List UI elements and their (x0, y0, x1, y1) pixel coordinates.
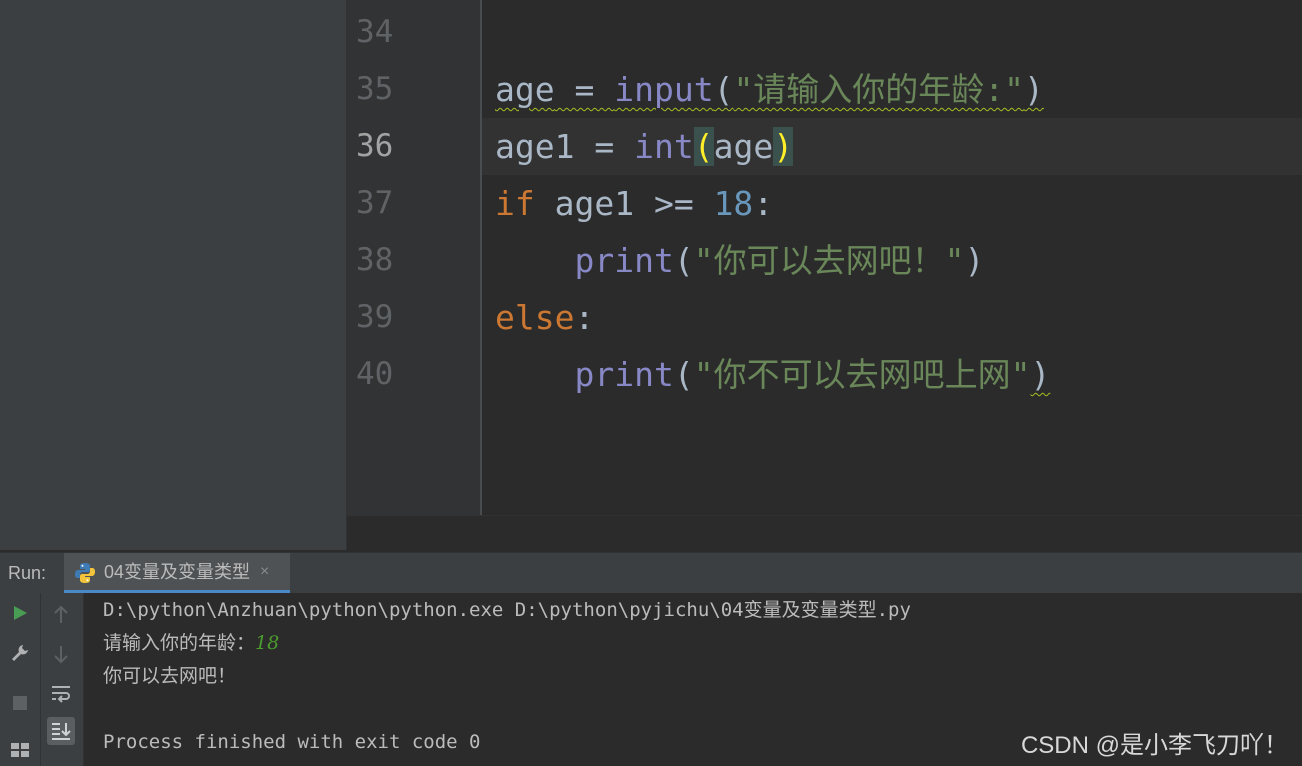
run-toolbar-primary (0, 593, 41, 766)
console-input-value: 18 (255, 632, 280, 654)
console-command: D:\python\Anzhuan\python\python.exe D:\p… (103, 599, 911, 621)
console-exit-line: Process finished with exit code 0 (103, 731, 481, 753)
scroll-to-end-icon[interactable] (47, 717, 75, 745)
arrow-down-icon[interactable] (47, 640, 75, 668)
code-line-39[interactable]: else: (495, 289, 1295, 346)
run-toolbar-secondary (41, 593, 84, 766)
editor-footer (347, 515, 1302, 551)
console-prompt-line: 请输入你的年龄：18 (103, 627, 279, 660)
line-number: 35 (356, 71, 394, 107)
run-tab[interactable]: 04变量及变量类型 × (64, 553, 290, 593)
soft-wrap-icon[interactable] (47, 679, 75, 707)
close-icon[interactable]: × (260, 553, 269, 591)
console-prompt: 请输入你的年龄： (103, 632, 256, 654)
console-output-line: 你可以去网吧！ (103, 665, 237, 687)
line-number: 40 (356, 356, 394, 392)
play-icon[interactable] (6, 599, 34, 627)
code-editor[interactable]: 34 35 36 37 38 39 40 age = input("请输入你的年… (347, 0, 1302, 515)
python-icon (75, 563, 95, 583)
line-number: 38 (356, 242, 394, 278)
run-label: Run: (8, 563, 47, 583)
code-line-35[interactable]: age = input("请输入你的年龄:") (495, 61, 1295, 118)
line-number-gutter: 34 35 36 37 38 39 40 (347, 0, 482, 515)
watermark: CSDN @是小李飞刀吖！ (1020, 732, 1288, 759)
wrench-icon[interactable] (6, 639, 34, 667)
code-line-38[interactable]: print("你可以去网吧！") (495, 232, 1295, 289)
matched-paren: ( (693, 127, 714, 166)
project-panel (0, 0, 347, 550)
line-number: 39 (356, 299, 394, 335)
line-number: 37 (356, 185, 394, 221)
arrow-up-icon[interactable] (47, 601, 75, 629)
code-line-40[interactable]: print("你不可以去网吧上网") (495, 346, 1295, 403)
line-number-current: 36 (356, 128, 394, 164)
run-tab-label: 04变量及变量类型 (104, 562, 251, 582)
code-line-37[interactable]: if age1 >= 18: (495, 175, 1295, 232)
stop-icon[interactable] (6, 689, 34, 717)
matched-paren: ) (773, 127, 794, 166)
run-toolwindow-header: Run: 04变量及变量类型 × (0, 552, 1302, 594)
layout-icon[interactable] (6, 735, 34, 763)
line-number: 34 (356, 14, 394, 50)
code-line-36[interactable]: age1 = int(age) (495, 118, 1295, 175)
